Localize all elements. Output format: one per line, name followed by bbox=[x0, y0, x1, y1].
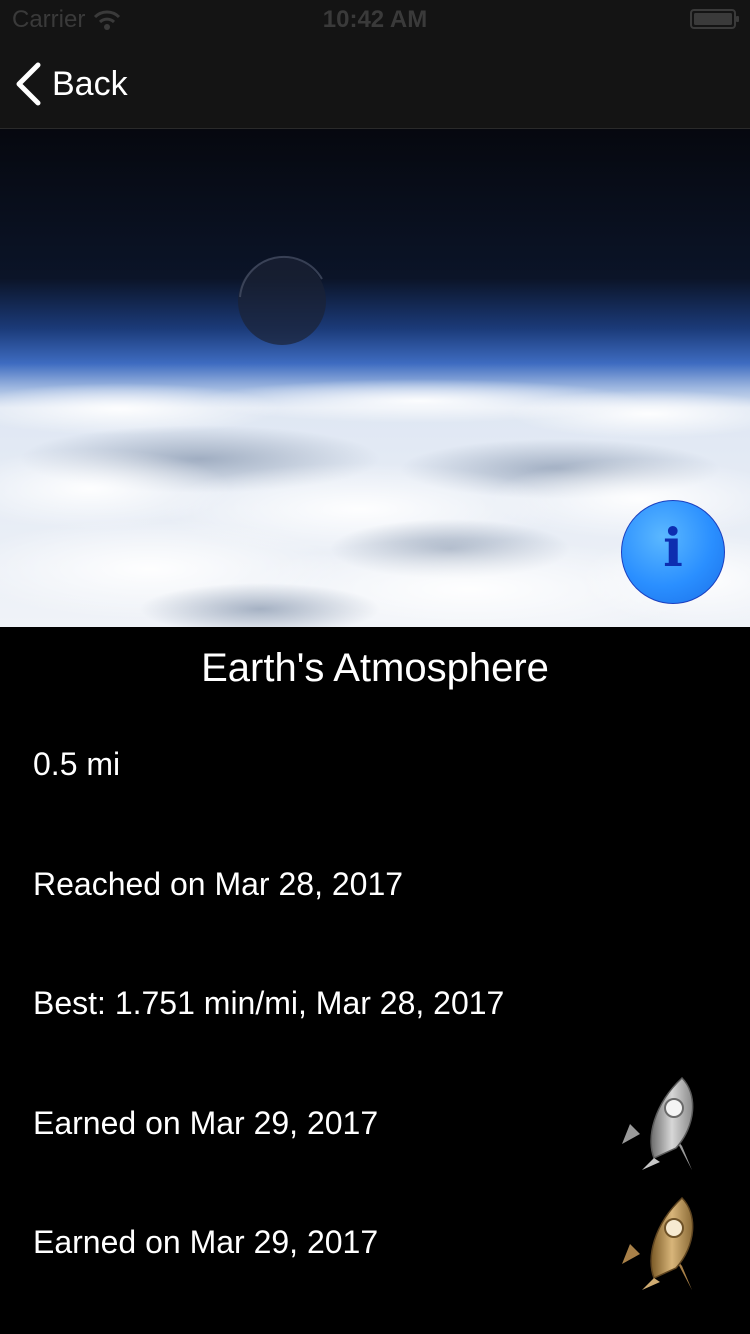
page-title: Earth's Atmosphere bbox=[201, 646, 549, 690]
best-pace-label: Best: 1.751 min/mi, Mar 28, 2017 bbox=[33, 985, 505, 1021]
chevron-left-icon bbox=[16, 62, 41, 106]
rocket-gold-icon bbox=[622, 1196, 694, 1290]
info-button[interactable]: i bbox=[621, 500, 725, 604]
status-time: 10:42 AM bbox=[322, 6, 428, 33]
badge-earned-label: Earned on Mar 29, 2017 bbox=[33, 1224, 379, 1260]
navigation-bar: Back bbox=[0, 40, 750, 129]
badge-earned-label: Earned on Mar 29, 2017 bbox=[33, 1105, 379, 1141]
earth-atmosphere-photo: i bbox=[0, 129, 750, 627]
back-label: Back bbox=[52, 64, 128, 103]
info-icon: i bbox=[663, 518, 683, 579]
reached-date-label: Reached on Mar 28, 2017 bbox=[33, 866, 404, 902]
back-button[interactable]: Back bbox=[14, 58, 128, 110]
battery-icon bbox=[690, 9, 739, 29]
distance-label: 0.5 mi bbox=[33, 746, 121, 782]
rocket-silver-icon bbox=[622, 1076, 694, 1170]
status-bar: Carrier 10:42 AM bbox=[0, 0, 750, 40]
